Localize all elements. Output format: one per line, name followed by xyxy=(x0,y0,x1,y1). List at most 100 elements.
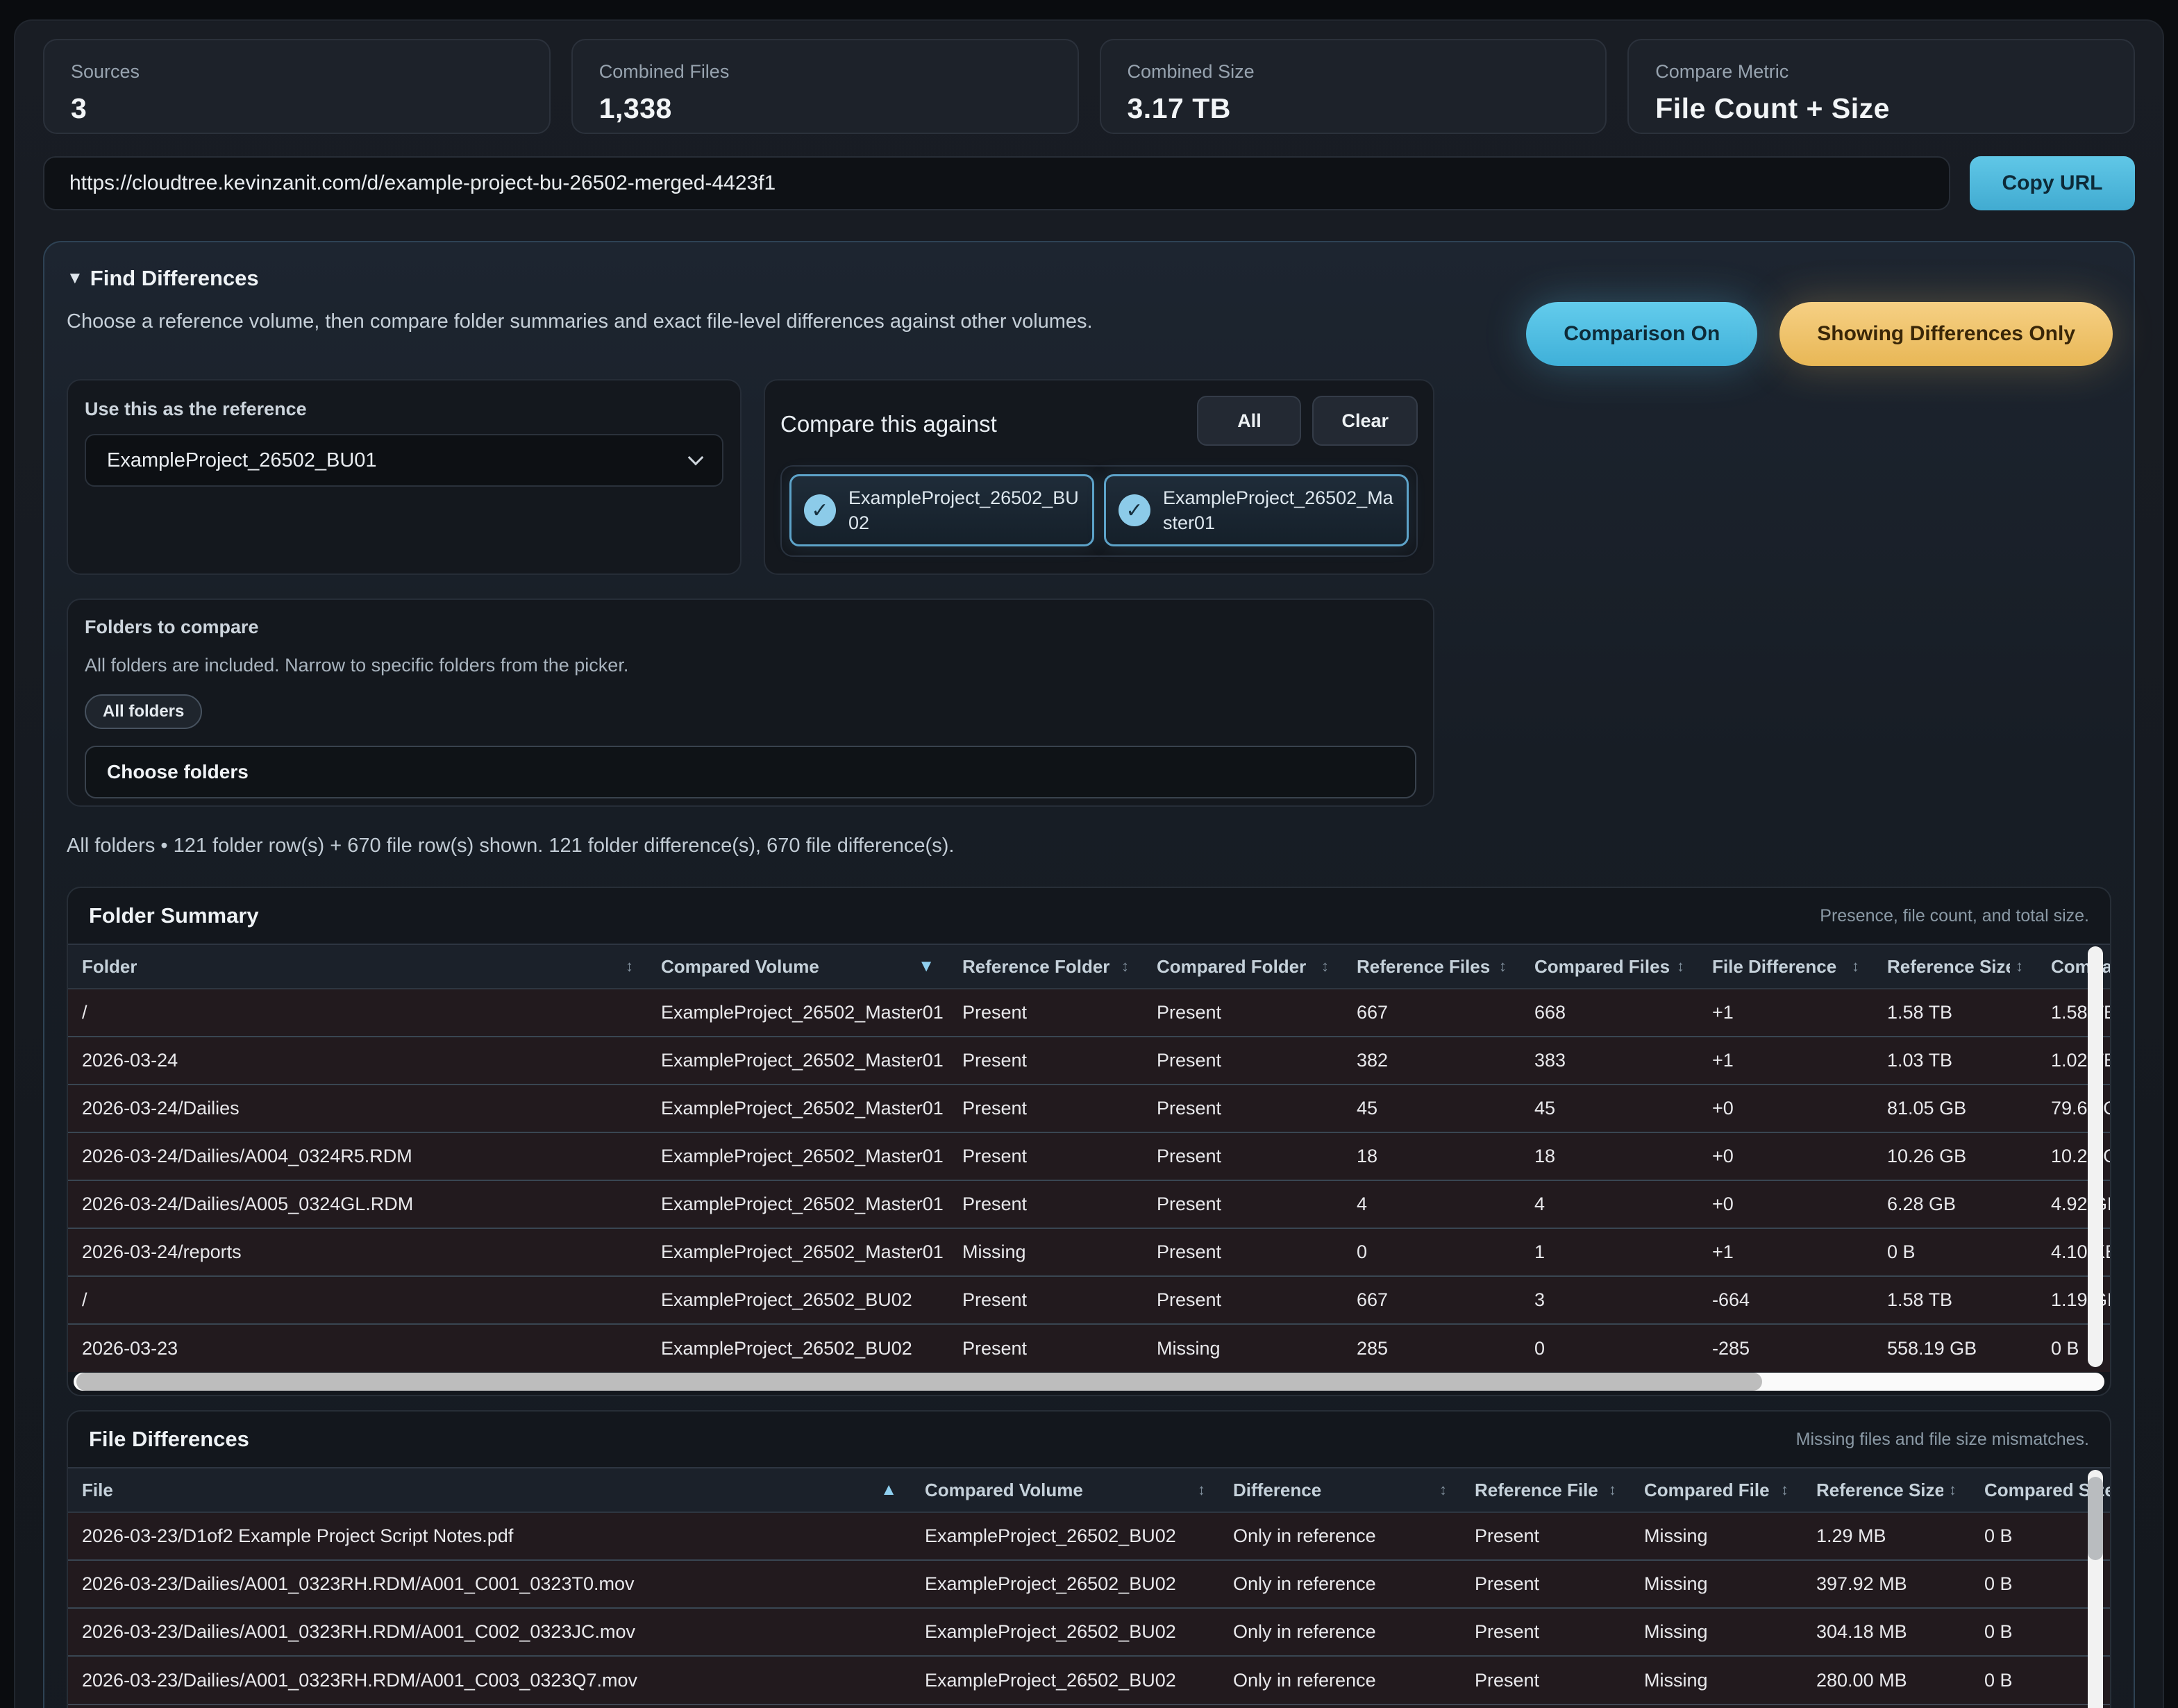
reference-panel: Use this as the reference ExampleProject… xyxy=(67,379,742,575)
cell-file: 2026-03-23/Dailies/A001_0323RH.RDM/A001_… xyxy=(68,1560,911,1608)
sort-asc-icon: ▲ xyxy=(880,1480,897,1500)
table-row[interactable]: 2026-03-24/Dailies/A004_0324R5.RDM Examp… xyxy=(68,1132,2111,1180)
column-header-file[interactable]: File▲ xyxy=(68,1468,911,1512)
table-row[interactable]: 2026-03-24/reports ExampleProject_26502_… xyxy=(68,1228,2111,1276)
cell-file-difference: +0 xyxy=(1698,1180,1873,1228)
cell-reference-size: 1.58 TB xyxy=(1873,989,2037,1037)
horizontal-scrollbar-thumb[interactable] xyxy=(76,1373,1762,1391)
column-header-compared-files[interactable]: Compared Files↕ xyxy=(1521,944,1698,989)
reference-volume-selected: ExampleProject_26502_BU01 xyxy=(107,449,377,472)
cell-reference-files: 0 xyxy=(1343,1228,1521,1276)
table-row[interactable]: 2026-03-24/Dailies ExampleProject_26502_… xyxy=(68,1085,2111,1132)
volume-chip-master01[interactable]: ✓ ExampleProject_26502_Master01 xyxy=(1104,474,1409,546)
table-row[interactable]: 2026-03-23/Dailies/A001_0323RH.RDM/A001_… xyxy=(68,1608,2111,1656)
column-header-reference-folder[interactable]: Reference Folder↕ xyxy=(948,944,1143,989)
all-folders-chip[interactable]: All folders xyxy=(85,694,202,729)
cell-compared-file: Missing xyxy=(1630,1656,1802,1704)
cell-folder: / xyxy=(68,1276,647,1324)
column-header-compared-volume[interactable]: Compared Volume▼ xyxy=(647,944,948,989)
table-row[interactable]: 2026-03-24 ExampleProject_26502_Master01… xyxy=(68,1037,2111,1085)
comparison-on-toggle[interactable]: Comparison On xyxy=(1526,302,1757,366)
stat-value: 3.17 TB xyxy=(1128,92,1580,125)
column-header-reference-size[interactable]: Reference Size↕ xyxy=(1802,1468,1970,1512)
cell-folder: 2026-03-24/reports xyxy=(68,1228,647,1276)
cell-file-difference: +0 xyxy=(1698,1085,1873,1132)
cell-compared-folder: Present xyxy=(1143,1085,1343,1132)
cell-compared-files: 18 xyxy=(1521,1132,1698,1180)
file-differences-table: File▲ Compared Volume↕ Difference↕ Refer… xyxy=(68,1467,2111,1704)
vertical-scrollbar-thumb[interactable] xyxy=(2088,1477,2103,1560)
controls-row: Use this as the reference ExampleProject… xyxy=(67,379,2111,575)
toggle-buttons: Comparison On Showing Differences Only xyxy=(1526,302,2113,366)
volume-chip-bu02[interactable]: ✓ ExampleProject_26502_BU02 xyxy=(789,474,1094,546)
column-header-file-difference[interactable]: File Difference↕ xyxy=(1698,944,1873,989)
table-row[interactable]: 2026-03-23/Dailies/A001_0323RH.RDM/A001_… xyxy=(68,1560,2111,1608)
stats-row: Sources 3 Combined Files 1,338 Combined … xyxy=(43,39,2135,134)
cell-compared-volume: ExampleProject_26502_Master01 xyxy=(647,1180,948,1228)
cell-compared-volume: ExampleProject_26502_Master01 xyxy=(647,1132,948,1180)
table-row[interactable]: 2026-03-23/D1of2 Example Project Script … xyxy=(68,1512,2111,1560)
cell-folder: 2026-03-23 xyxy=(68,1324,647,1372)
column-header-compared-volume[interactable]: Compared Volume↕ xyxy=(911,1468,1219,1512)
sort-icon: ↕ xyxy=(1121,957,1129,976)
cell-compared-file: Missing xyxy=(1630,1560,1802,1608)
share-url-field[interactable]: https://cloudtree.kevinzanit.com/d/examp… xyxy=(43,156,1950,210)
vertical-scrollbar[interactable] xyxy=(2088,1470,2103,1708)
cell-reference-size: 1.29 MB xyxy=(1802,1512,1970,1560)
stat-value: 1,338 xyxy=(599,92,1051,125)
cell-reference-file: Present xyxy=(1461,1656,1630,1704)
table-row[interactable]: / ExampleProject_26502_BU02 Present Pres… xyxy=(68,1276,2111,1324)
cell-reference-files: 18 xyxy=(1343,1132,1521,1180)
folder-summary-table: Folder↕ Compared Volume▼ Reference Folde… xyxy=(68,944,2111,1372)
choose-folders-button[interactable]: Choose folders xyxy=(85,746,1416,798)
column-header-reference-size[interactable]: Reference Size↕ xyxy=(1873,944,2037,989)
stat-card-compare-metric: Compare Metric File Count + Size xyxy=(1627,39,2135,134)
table-row[interactable]: / ExampleProject_26502_Master01 Present … xyxy=(68,989,2111,1037)
table-row[interactable]: 2026-03-23/Dailies/A001_0323RH.RDM/A001_… xyxy=(68,1656,2111,1704)
vertical-scrollbar[interactable] xyxy=(2088,946,2103,1367)
column-header-compared-folder[interactable]: Compared Folder↕ xyxy=(1143,944,1343,989)
column-header-reference-files[interactable]: Reference Files↕ xyxy=(1343,944,1521,989)
cell-folder: 2026-03-24 xyxy=(68,1037,647,1085)
cell-file: 2026-03-23/D1of2 Example Project Script … xyxy=(68,1512,911,1560)
file-differences-header-row: File▲ Compared Volume↕ Difference↕ Refer… xyxy=(68,1468,2111,1512)
reference-label: Use this as the reference xyxy=(85,399,723,420)
cell-compared-files: 3 xyxy=(1521,1276,1698,1324)
clear-button[interactable]: Clear xyxy=(1312,396,1418,446)
cell-compared-files: 1 xyxy=(1521,1228,1698,1276)
reference-volume-select[interactable]: ExampleProject_26502_BU01 xyxy=(85,434,723,487)
cell-folder: 2026-03-24/Dailies xyxy=(68,1085,647,1132)
partial-next-row xyxy=(68,1704,2110,1708)
stat-value: File Count + Size xyxy=(1655,92,2107,125)
cell-reference-size: 280.00 MB xyxy=(1802,1656,1970,1704)
cell-reference-file: Present xyxy=(1461,1512,1630,1560)
file-differences-title: File Differences xyxy=(89,1427,249,1452)
horizontal-scrollbar[interactable] xyxy=(74,1373,2104,1391)
copy-url-button[interactable]: Copy URL xyxy=(1970,156,2135,210)
find-differences-header[interactable]: ▼ Find Differences xyxy=(67,266,2111,291)
file-differences-head: File Differences Missing files and file … xyxy=(68,1412,2110,1467)
cell-difference: Only in reference xyxy=(1219,1656,1461,1704)
table-row[interactable]: 2026-03-23 ExampleProject_26502_BU02 Pre… xyxy=(68,1324,2111,1372)
column-header-compared-file[interactable]: Compared File↕ xyxy=(1630,1468,1802,1512)
cell-file-difference: +1 xyxy=(1698,989,1873,1037)
sort-icon: ↕ xyxy=(1677,957,1684,976)
cell-compared-volume: ExampleProject_26502_BU02 xyxy=(911,1656,1219,1704)
cell-compared-volume: ExampleProject_26502_BU02 xyxy=(647,1324,948,1372)
select-all-button[interactable]: All xyxy=(1197,396,1301,446)
showing-differences-only-toggle[interactable]: Showing Differences Only xyxy=(1779,302,2113,366)
cell-compared-volume: ExampleProject_26502_BU02 xyxy=(911,1512,1219,1560)
column-header-reference-file[interactable]: Reference File↕ xyxy=(1461,1468,1630,1512)
volume-chip-label: ExampleProject_26502_Master01 xyxy=(1163,485,1394,536)
folder-summary-caption: Presence, file count, and total size. xyxy=(1820,906,2089,926)
cell-file: 2026-03-23/Dailies/A001_0323RH.RDM/A001_… xyxy=(68,1656,911,1704)
stat-card-sources: Sources 3 xyxy=(43,39,551,134)
cell-folder: / xyxy=(68,989,647,1037)
volume-chips-container: ✓ ExampleProject_26502_BU02 ✓ ExamplePro… xyxy=(780,465,1418,557)
cell-compared-files: 4 xyxy=(1521,1180,1698,1228)
table-row[interactable]: 2026-03-24/Dailies/A005_0324GL.RDM Examp… xyxy=(68,1180,2111,1228)
column-header-difference[interactable]: Difference↕ xyxy=(1219,1468,1461,1512)
column-header-folder[interactable]: Folder↕ xyxy=(68,944,647,989)
sort-icon: ↕ xyxy=(1852,957,1859,976)
cell-compared-volume: ExampleProject_26502_BU02 xyxy=(911,1560,1219,1608)
